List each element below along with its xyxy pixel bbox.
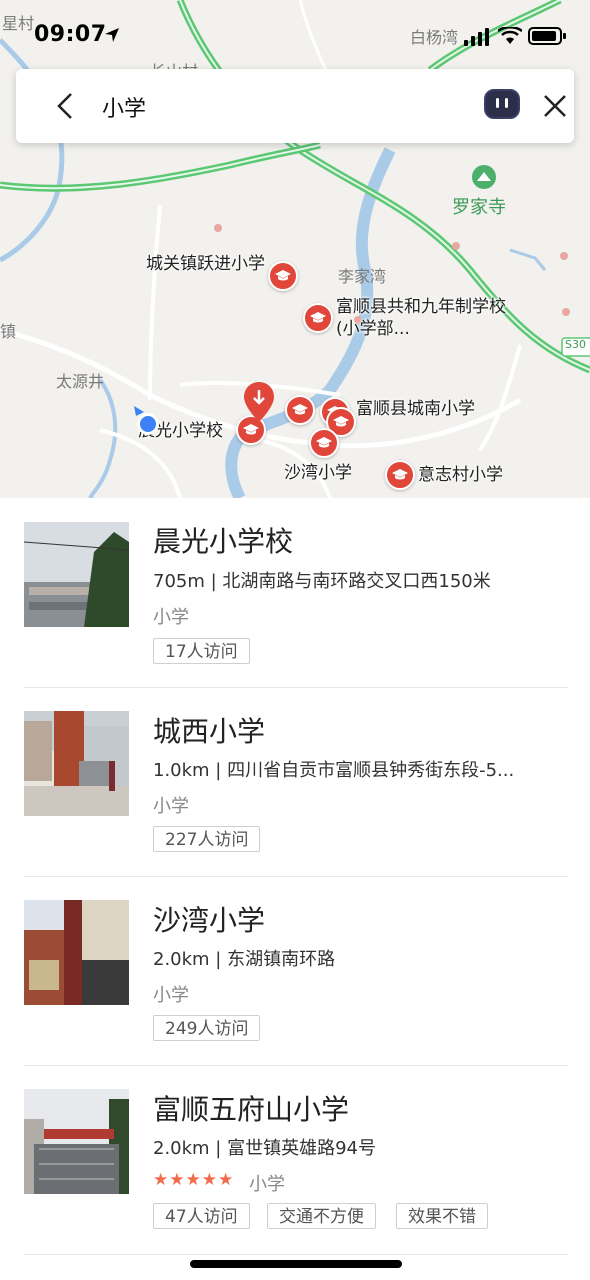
poi-label-shawan[interactable]: 沙湾小学 xyxy=(284,462,352,484)
selected-marker-icon[interactable] xyxy=(243,382,275,422)
assistant-robot-icon[interactable] xyxy=(484,89,520,119)
visits-tag: 227人访问 xyxy=(153,826,261,852)
result-category: 小学 xyxy=(249,1174,285,1195)
map-label-lijiawan: 李家湾 xyxy=(338,267,387,286)
result-title[interactable]: 富顺五府山小学 xyxy=(153,1088,349,1128)
robot-eyes-icon xyxy=(496,98,508,108)
graduation-cap-icon xyxy=(316,437,332,448)
result-address: 705m | 北湖南路与南环路交叉口西150米 xyxy=(153,571,491,592)
search-bar[interactable]: 小学 xyxy=(16,69,574,143)
search-query[interactable]: 小学 xyxy=(102,91,146,123)
school-pin[interactable] xyxy=(268,261,298,291)
graduation-cap-icon xyxy=(392,469,408,480)
graduation-cap-icon xyxy=(310,312,326,323)
school-pin[interactable] xyxy=(385,460,415,490)
visits-tag: 17人访问 xyxy=(153,638,250,664)
road-badge-label: S30 xyxy=(565,338,586,351)
review-tag: 效果不错 xyxy=(396,1203,488,1229)
result-thumbnail xyxy=(24,1089,129,1194)
result-category: 小学 xyxy=(153,796,189,817)
school-pin[interactable] xyxy=(303,303,333,333)
result-category: 小学 xyxy=(153,985,189,1006)
school-pin[interactable] xyxy=(285,395,315,425)
result-title[interactable]: 城西小学 xyxy=(153,710,265,750)
poi-label-gonghe[interactable]: 富顺县共和九年制学校(小学部... xyxy=(336,296,526,340)
location-arrow-icon xyxy=(105,28,119,42)
result-thumbnail xyxy=(24,900,129,1005)
battery-icon xyxy=(528,27,566,45)
result-title[interactable]: 晨光小学校 xyxy=(153,520,293,560)
map-label-zhen: 镇 xyxy=(0,322,17,341)
graduation-cap-icon xyxy=(333,416,349,427)
visits-tag: 47人访问 xyxy=(153,1203,250,1229)
divider xyxy=(24,1065,568,1066)
status-time: 09:07 xyxy=(34,22,107,47)
graduation-cap-icon xyxy=(275,270,291,281)
visits-tag: 249人访问 xyxy=(153,1015,261,1041)
map-label-luojiasi[interactable]: 罗家寺 xyxy=(452,193,506,219)
divider xyxy=(24,687,568,688)
result-address: 1.0km | 四川省自贡市富顺县钟秀街东段-5... xyxy=(153,760,515,781)
home-indicator[interactable] xyxy=(190,1260,402,1268)
result-thumbnail xyxy=(24,522,129,627)
signal-icon xyxy=(464,28,489,46)
back-arrow-icon[interactable] xyxy=(52,91,82,121)
rating-stars-icon: ★★★★★ xyxy=(153,1170,235,1190)
graduation-cap-icon xyxy=(292,404,308,415)
result-title[interactable]: 沙湾小学 xyxy=(153,899,265,939)
poi-label-chengnan[interactable]: 富顺县城南小学 xyxy=(356,398,482,420)
close-icon[interactable] xyxy=(540,91,570,121)
wifi-icon xyxy=(498,27,522,44)
divider xyxy=(24,876,568,877)
divider xyxy=(24,1254,568,1255)
poi-label-yuejin[interactable]: 城关镇跃进小学 xyxy=(146,253,270,275)
map-label-taiyuanjing: 太源井 xyxy=(56,372,105,391)
results-list[interactable]: 晨光小学校 705m | 北湖南路与南环路交叉口西150米 小学 17人访问 城… xyxy=(0,498,590,1280)
status-bar: 09:07 xyxy=(0,0,590,70)
school-pin[interactable] xyxy=(309,428,339,458)
review-tag: 交通不方便 xyxy=(267,1203,376,1229)
result-category: 小学 xyxy=(153,607,189,628)
graduation-cap-icon xyxy=(243,424,259,435)
result-thumbnail xyxy=(24,711,129,816)
poi-label-yizhicun[interactable]: 意志村小学 xyxy=(418,464,503,486)
current-location-icon xyxy=(134,406,159,435)
result-address: 2.0km | 富世镇英雄路94号 xyxy=(153,1138,376,1159)
result-address: 2.0km | 东湖镇南环路 xyxy=(153,949,336,970)
